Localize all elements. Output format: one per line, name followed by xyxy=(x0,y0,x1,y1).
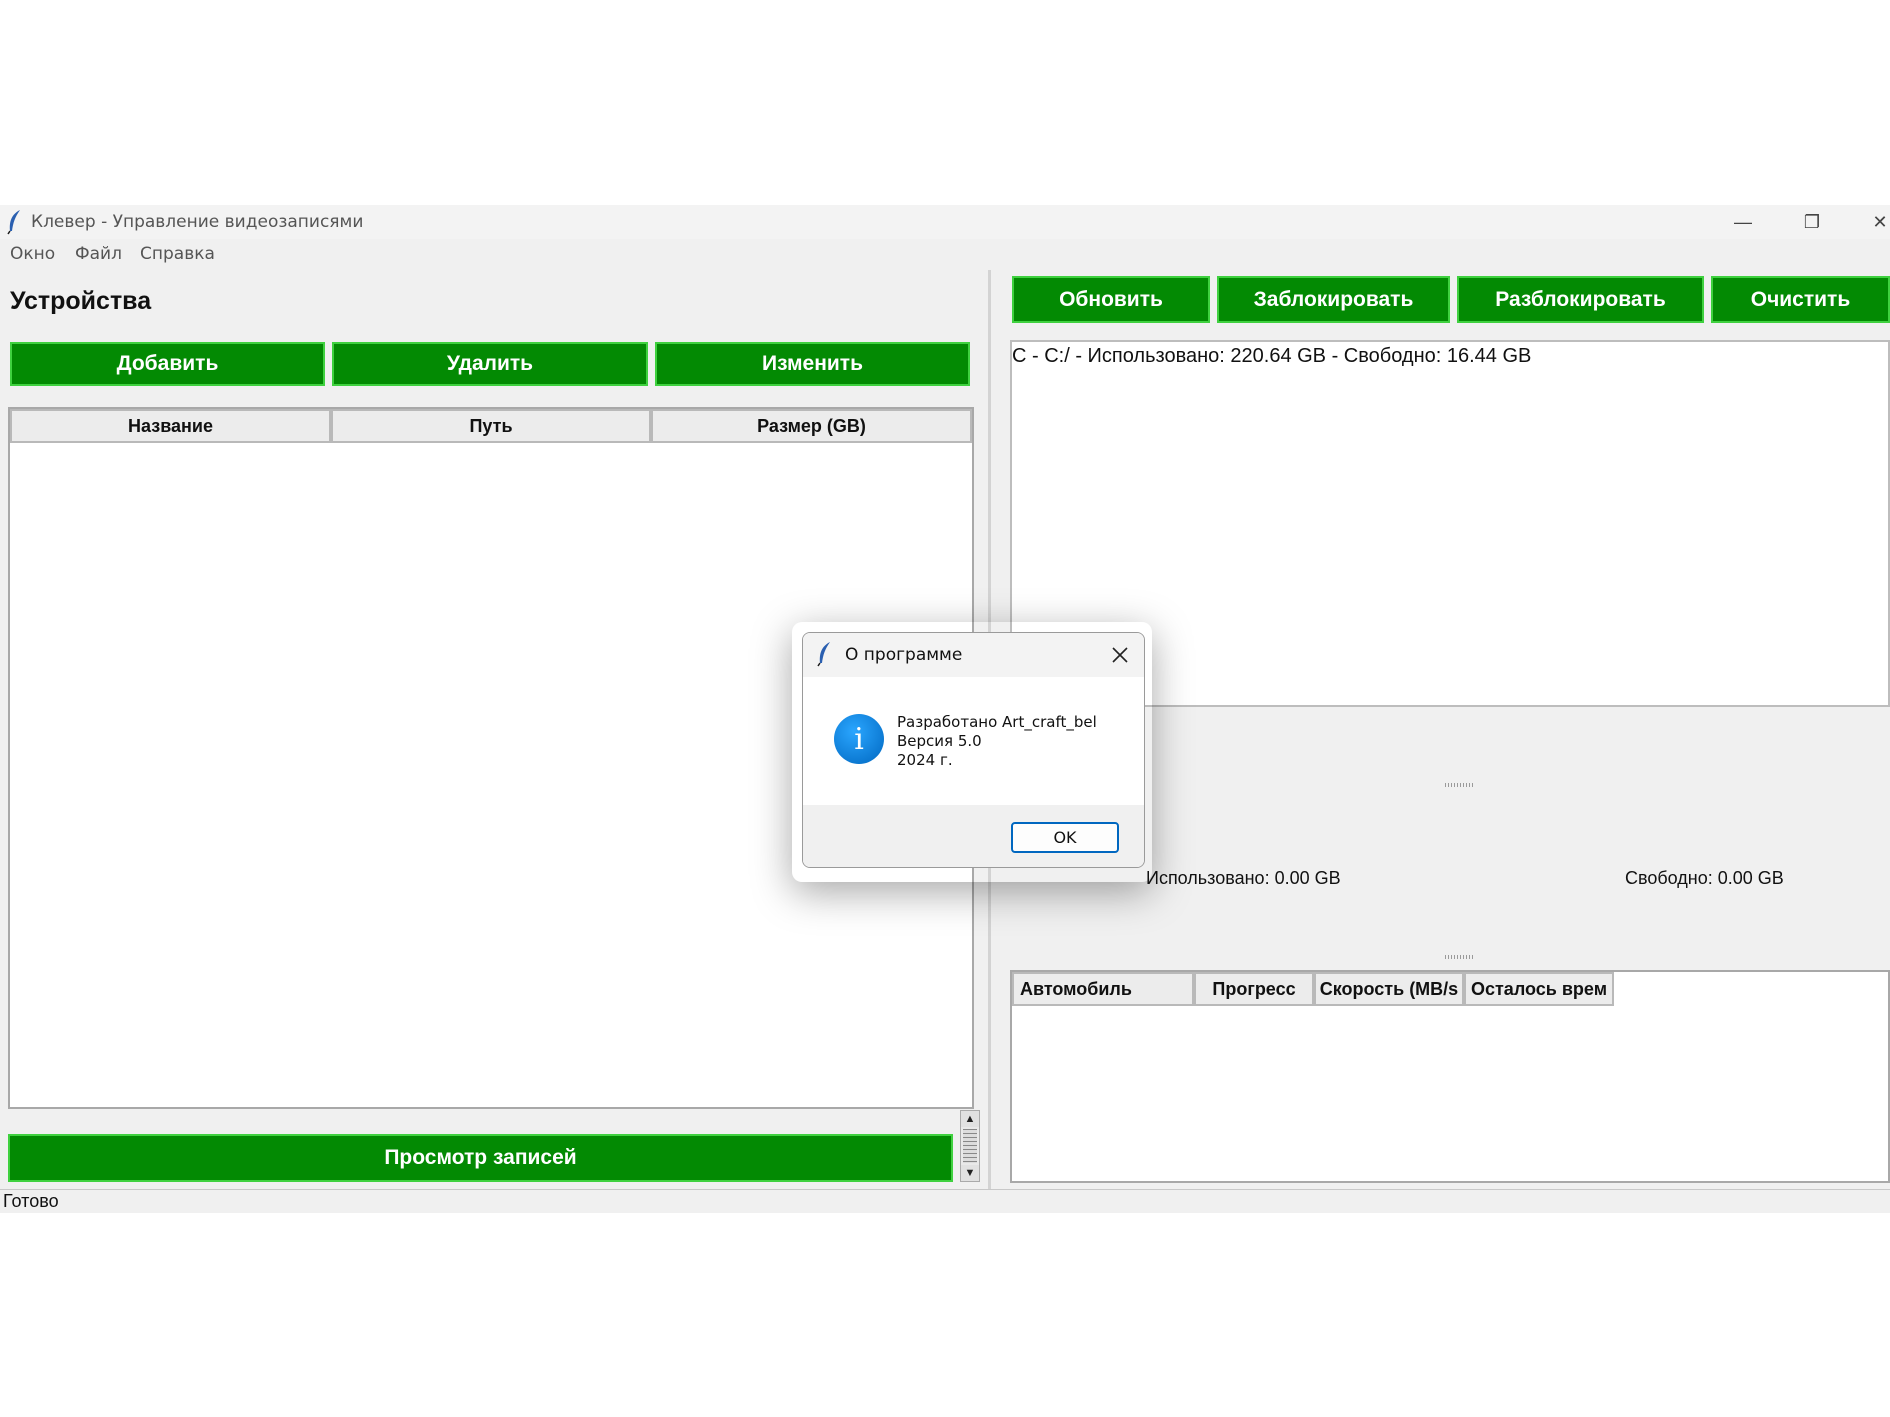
status-bar: Готово xyxy=(0,1189,1890,1213)
block-button[interactable]: Заблокировать xyxy=(1217,276,1450,323)
add-device-button[interactable]: Добавить xyxy=(10,342,325,386)
feather-icon xyxy=(7,210,20,235)
minimize-button[interactable]: — xyxy=(1718,205,1768,239)
menu-help[interactable]: Справка xyxy=(140,244,215,264)
scroll-down-icon[interactable]: ▼ xyxy=(961,1165,979,1181)
dialog-footer: OK xyxy=(803,805,1144,867)
feather-icon xyxy=(817,642,830,667)
close-window-button[interactable]: ✕ xyxy=(1855,205,1890,239)
column-header-speed[interactable]: Скорость (MB/s xyxy=(1314,972,1464,1006)
about-dialog: О программе i Разработано Art_craft_bel … xyxy=(802,632,1145,868)
close-icon xyxy=(1112,647,1128,663)
delete-device-button[interactable]: Удалить xyxy=(332,342,648,386)
restore-button[interactable]: ❐ xyxy=(1787,205,1837,239)
dialog-message: Разработано Art_craft_bel Версия 5.0 202… xyxy=(897,713,1097,769)
column-header-remaining[interactable]: Осталось врем xyxy=(1464,972,1614,1006)
devices-title: Устройства xyxy=(10,287,152,315)
dialog-title: О программе xyxy=(845,645,963,665)
edit-device-button[interactable]: Изменить xyxy=(655,342,970,386)
dialog-body: i Разработано Art_craft_bel Версия 5.0 2… xyxy=(803,677,1144,805)
close-icon: ✕ xyxy=(1872,211,1888,232)
refresh-button[interactable]: Обновить xyxy=(1012,276,1210,323)
dialog-title-bar: О программе xyxy=(803,633,1144,677)
dialog-close-button[interactable] xyxy=(1104,639,1136,671)
transfers-table[interactable]: Автомобиль Прогресс Скорость (MB/s Остал… xyxy=(1010,970,1890,1183)
scroll-up-icon[interactable]: ▲ xyxy=(961,1111,979,1127)
column-header-car[interactable]: Автомобиль xyxy=(1012,972,1194,1006)
column-header-name[interactable]: Название xyxy=(10,409,331,443)
scroll-thumb[interactable] xyxy=(963,1129,977,1163)
sash-grip-icon[interactable] xyxy=(1445,783,1475,787)
column-header-path[interactable]: Путь xyxy=(331,409,651,443)
title-bar: Клевер - Управление видеозаписями — ❐ ✕ xyxy=(0,205,1890,239)
unblock-button[interactable]: Разблокировать xyxy=(1457,276,1704,323)
sash-grip-icon-2[interactable] xyxy=(1445,955,1475,959)
minimize-icon: — xyxy=(1734,211,1752,232)
restore-icon: ❐ xyxy=(1803,211,1821,232)
menu-file[interactable]: Файл xyxy=(75,244,122,264)
free-space-label: Свободно: 0.00 GB xyxy=(1625,868,1784,888)
vertical-scrollbar[interactable]: ▲ ▼ xyxy=(960,1110,980,1182)
used-space-label: Использовано: 0.00 GB xyxy=(1146,868,1341,888)
info-icon: i xyxy=(834,714,884,764)
menu-window[interactable]: Окно xyxy=(10,244,55,264)
clear-button[interactable]: Очистить xyxy=(1711,276,1890,323)
column-header-progress[interactable]: Прогресс xyxy=(1194,972,1314,1006)
ok-button[interactable]: OK xyxy=(1011,822,1119,853)
column-header-size[interactable]: Размер (GB) xyxy=(651,409,972,443)
menu-bar: Окно Файл Справка xyxy=(0,239,1890,269)
view-records-button[interactable]: Просмотр записей xyxy=(8,1134,953,1182)
drive-entry[interactable]: C - C:/ - Использовано: 220.64 GB - Своб… xyxy=(1012,345,1531,368)
window-title: Клевер - Управление видеозаписями xyxy=(31,212,364,232)
